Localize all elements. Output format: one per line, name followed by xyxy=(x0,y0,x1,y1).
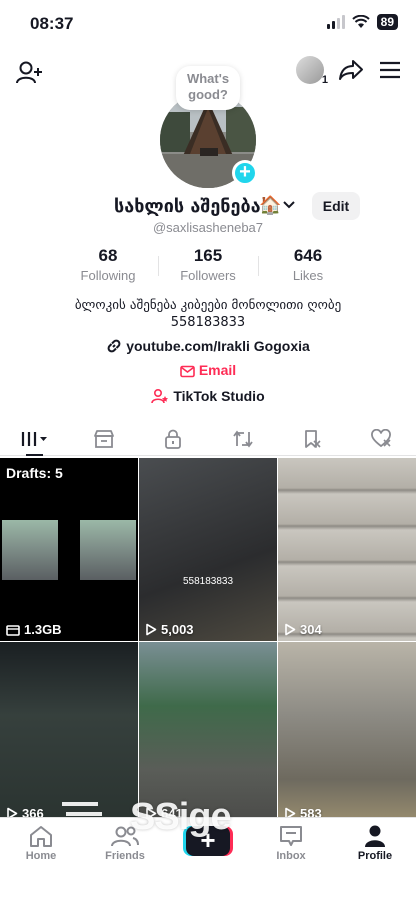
edit-profile-button[interactable]: Edit xyxy=(312,192,360,220)
video-tile[interactable]: 558183833 5,003 xyxy=(139,458,277,641)
grid-icon xyxy=(21,431,47,446)
video-tile[interactable]: 304 xyxy=(278,458,416,641)
video-overlay-text: 558183833 xyxy=(182,576,234,587)
username: @saxlisasheneba7 xyxy=(152,220,264,235)
house-emoji: 🏠 xyxy=(259,195,282,215)
nav-label: Profile xyxy=(357,850,393,862)
stat-followers[interactable]: 165 Followers xyxy=(158,246,258,283)
menu-icon[interactable] xyxy=(378,60,402,80)
draft-thumbnail xyxy=(2,520,58,580)
profile-stats: 68 Following 165 Followers 646 Likes xyxy=(58,246,358,283)
tiktok-studio-button[interactable]: TikTok Studio xyxy=(0,388,416,404)
stat-label: Following xyxy=(80,268,136,283)
signal-icon xyxy=(326,15,345,29)
wifi-icon xyxy=(351,15,370,28)
inbox-icon xyxy=(280,826,302,846)
stat-value: 165 xyxy=(193,246,223,265)
nav-label: Friends xyxy=(105,850,145,862)
chevron-down-icon[interactable] xyxy=(282,199,296,211)
name-row: სახლის აშენება 🏠 Edit xyxy=(0,192,416,220)
repost-icon xyxy=(232,430,253,447)
drafts-tile[interactable]: Drafts: 5 1.3GB xyxy=(0,458,138,641)
share-icon[interactable] xyxy=(338,58,364,82)
watermark-text: SSige xyxy=(130,796,232,838)
nav-profile[interactable]: Profile xyxy=(340,824,410,862)
stat-value: 646 xyxy=(293,246,323,265)
view-count: 304 xyxy=(284,622,322,637)
liked-icon xyxy=(371,428,392,447)
nav-label: Inbox xyxy=(276,850,306,862)
link-icon xyxy=(107,339,121,353)
tab-liked[interactable] xyxy=(347,422,416,455)
tab-saved[interactable] xyxy=(277,422,346,455)
studio-label: TikTok Studio xyxy=(173,388,265,404)
status-bar: 08:37 89 xyxy=(0,0,416,48)
battery-indicator: 89 xyxy=(376,14,398,30)
mail-icon xyxy=(180,365,195,378)
draft-thumbnail xyxy=(80,520,136,580)
bookmark-icon xyxy=(305,429,321,448)
lock-icon xyxy=(165,429,182,449)
notification-count: 1 xyxy=(321,74,328,86)
view-count-value: 5,003 xyxy=(161,622,194,637)
video-grid: Drafts: 5 1.3GB 558183833 5,003 304 366 … xyxy=(0,458,416,825)
stat-value: 68 xyxy=(98,246,118,265)
bio-line: 558183833 xyxy=(170,315,246,330)
profile-icon xyxy=(365,825,385,847)
home-icon xyxy=(30,826,52,847)
status-bubble[interactable]: What's good? xyxy=(176,66,240,110)
email-label: Email xyxy=(198,362,237,378)
status-time: 08:37 xyxy=(30,14,74,33)
nav-inbox[interactable]: Inbox xyxy=(256,824,326,862)
status-icons: 89 xyxy=(326,14,398,30)
tab-private[interactable] xyxy=(139,422,208,455)
stat-label: Followers xyxy=(180,268,236,283)
shop-icon xyxy=(94,429,114,448)
bio: ბლოკის აშენება კიბეები მონოლითი ღობე 558… xyxy=(0,297,416,331)
view-count-value: 304 xyxy=(300,622,322,637)
add-story-button[interactable]: + xyxy=(232,160,258,186)
play-icon xyxy=(285,623,296,636)
bio-line: ბლოკის აშენება კიბეები მონოლითი ღობე xyxy=(74,298,342,313)
video-tile[interactable]: 583 xyxy=(278,642,416,825)
studio-person-icon xyxy=(151,388,169,404)
size-value: 1.3GB xyxy=(24,622,62,637)
drafts-label: Drafts: 5 xyxy=(6,465,63,481)
tab-videos[interactable] xyxy=(0,422,69,456)
stat-likes[interactable]: 646 Likes xyxy=(258,246,358,283)
play-icon xyxy=(146,623,157,636)
stat-label: Likes xyxy=(292,268,324,283)
display-name: სახლის აშენება xyxy=(114,196,261,217)
tab-shop[interactable] xyxy=(69,422,138,455)
add-user-icon[interactable] xyxy=(14,58,44,88)
view-count: 5,003 xyxy=(145,622,194,637)
bio-link[interactable]: youtube.com/Irakli Gogoxia xyxy=(0,338,416,354)
nav-label: Home xyxy=(25,850,57,862)
stat-following[interactable]: 68 Following xyxy=(58,246,158,283)
profile-tabs xyxy=(0,422,416,456)
tab-reposts[interactable] xyxy=(208,422,277,455)
account-avatar[interactable]: 1 xyxy=(296,56,328,86)
link-text: youtube.com/Irakli Gogoxia xyxy=(126,338,310,354)
email-button[interactable]: Email xyxy=(0,362,416,378)
storage-icon xyxy=(6,624,20,636)
watermark-logo-icon xyxy=(60,802,104,836)
drafts-size: 1.3GB xyxy=(6,622,62,637)
